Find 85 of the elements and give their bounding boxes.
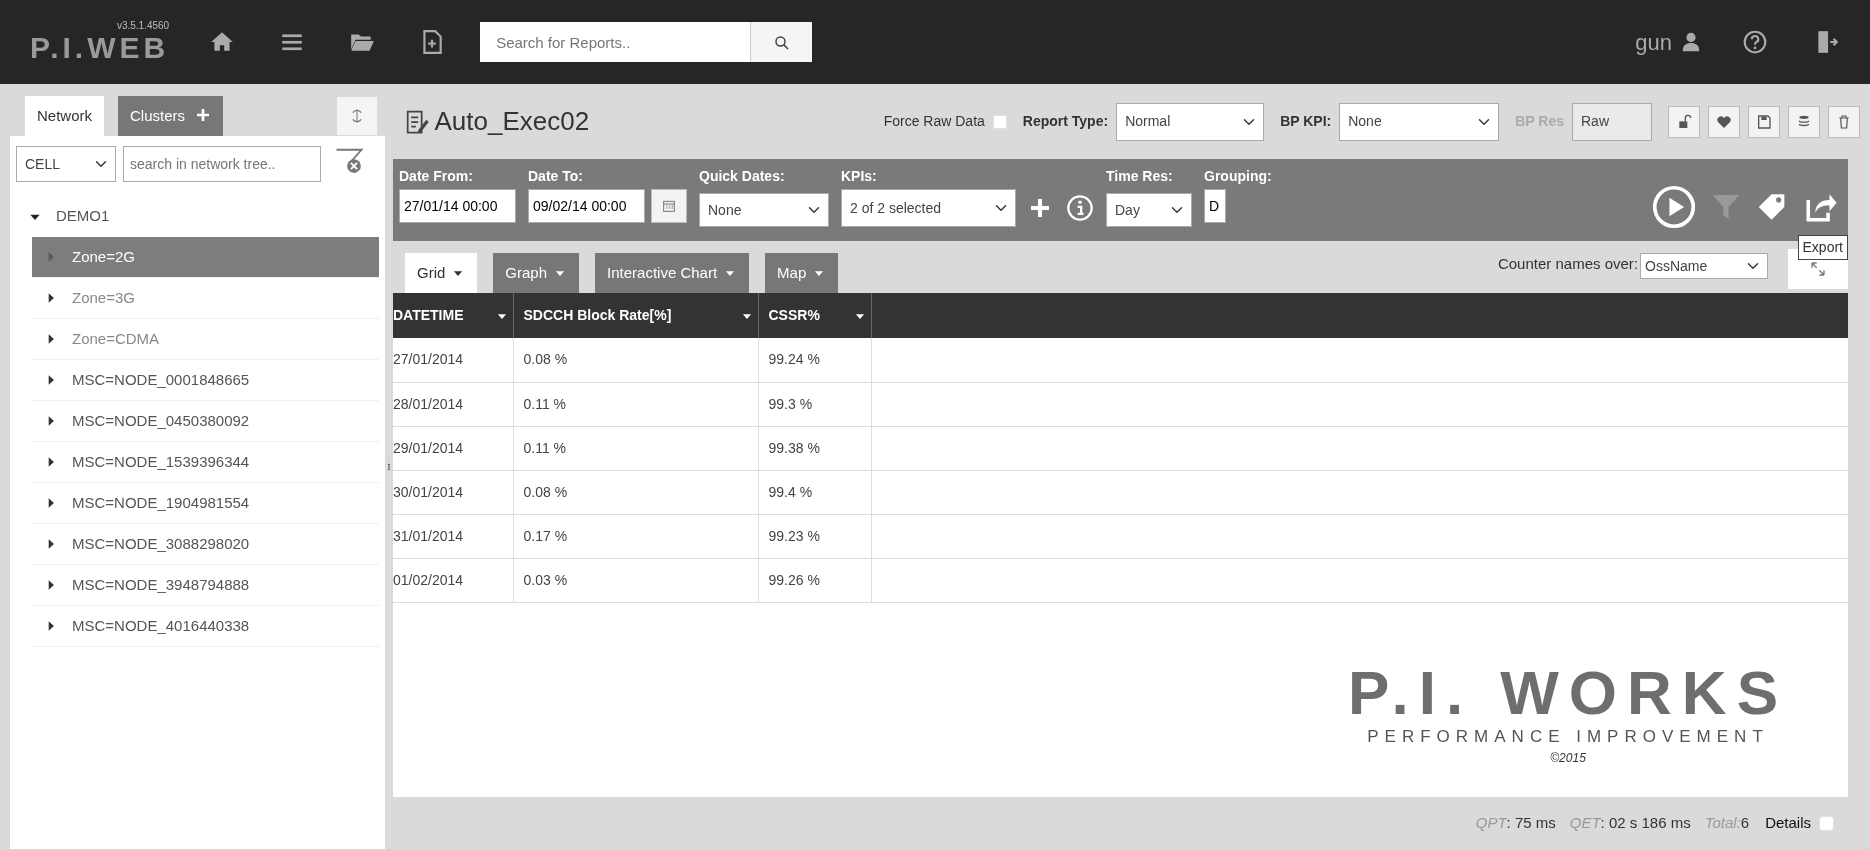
table-cell: 29/01/2014 [393, 426, 513, 470]
delete-icon [1836, 113, 1852, 130]
query-stat: QPT: 75 ms [1475, 812, 1556, 833]
filter-select[interactable]: None [699, 193, 829, 227]
help-icon[interactable] [1742, 29, 1768, 55]
toolbar-button[interactable] [1788, 105, 1820, 138]
user-name[interactable]: gun [1635, 25, 1672, 59]
sidebar-tab[interactable]: Network [25, 95, 104, 136]
copyright-text: ©2015 [1550, 750, 1586, 767]
app-logo[interactable]: P.I.WEB [30, 33, 170, 63]
filter-label: Grouping: [1204, 166, 1272, 186]
column-header[interactable]: CSSR% [758, 293, 871, 338]
table-cell: 99.4 % [758, 470, 871, 514]
force-raw-label: Force Raw Data [883, 112, 985, 131]
plus-icon [195, 106, 212, 123]
table-cell: 31/01/2014 [393, 514, 513, 558]
toolbar-button[interactable] [1748, 105, 1780, 138]
table-cell: 27/01/2014 [393, 338, 513, 382]
select-label: BP KPI: [1280, 112, 1332, 131]
user-icon[interactable] [1680, 31, 1702, 53]
table-cell: 0.17 % [513, 514, 758, 558]
unlock-icon [1676, 113, 1692, 130]
table-cell: 30/01/2014 [393, 470, 513, 514]
toolbar-button[interactable] [1828, 105, 1860, 138]
filter-field[interactable]: 09/02/14 00:00 [528, 189, 645, 223]
column-header[interactable]: DATETIME [393, 293, 513, 338]
report-select[interactable]: None [1339, 102, 1500, 141]
filter-field[interactable]: 27/01/14 00:00 [399, 189, 516, 223]
level-select[interactable]: CELL [16, 146, 116, 182]
counter-names-label: Counter names over: [1497, 254, 1638, 274]
filter-label: Quick Dates: [699, 166, 785, 186]
filter-field[interactable]: D [1204, 189, 1226, 223]
details-label: Details [1765, 812, 1811, 833]
calendar-icon [661, 198, 677, 214]
heart-icon [1716, 113, 1732, 130]
export-tooltip: Export [1797, 235, 1848, 260]
table-cell: 99.3 % [758, 382, 871, 426]
table-cell: 99.26 % [758, 558, 871, 602]
query-stat: Total:6 [1704, 812, 1750, 833]
kpi-select[interactable]: 2 of 2 selected [841, 189, 1016, 227]
view-tab[interactable]: Graph [493, 253, 580, 293]
select-label: Report Type: [1022, 112, 1109, 131]
view-tab[interactable]: Grid [405, 253, 478, 293]
filter-label: Date From: [399, 166, 473, 186]
table-cell: 99.23 % [758, 514, 871, 558]
table-cell: 99.38 % [758, 426, 871, 470]
table-cell: 28/01/2014 [393, 382, 513, 426]
info-icon[interactable] [1066, 194, 1094, 222]
counter-names-select[interactable]: OssName [1640, 253, 1768, 279]
clear-filter-icon[interactable] [334, 146, 364, 176]
table-cell: 99.24 % [758, 338, 871, 382]
sidebar-tab[interactable]: Clusters [118, 95, 224, 136]
query-stat: QET: 02 s 186 ms [1569, 812, 1691, 833]
column-header[interactable]: SDCCH Block Rate[%] [513, 293, 758, 338]
add-icon[interactable] [1028, 196, 1052, 220]
report-search-field[interactable]: Search for Reports.. [480, 22, 751, 62]
filter-select[interactable]: Day [1106, 193, 1192, 227]
toolbar-button[interactable] [1668, 105, 1700, 138]
table-cell: 0.11 % [513, 426, 758, 470]
play-icon[interactable] [1652, 185, 1696, 229]
expand-icon [1810, 261, 1826, 277]
table-cell: 0.11 % [513, 382, 758, 426]
tree-node[interactable]: Zone=2G [32, 237, 379, 278]
table-cell: 01/02/2014 [393, 558, 513, 602]
tree-search-field[interactable]: search in network tree.. [123, 146, 321, 182]
view-tab[interactable]: Interactive Chart [595, 253, 750, 293]
search-button[interactable] [750, 22, 813, 62]
company-logo: P.I. WORKS [1348, 661, 1788, 724]
view-tab[interactable]: Map [765, 253, 839, 293]
calendar-button[interactable] [651, 189, 687, 223]
details-checkbox[interactable] [1819, 815, 1834, 831]
report-select[interactable]: Normal [1116, 102, 1265, 141]
search-icon [772, 33, 791, 52]
table-cell: 0.03 % [513, 558, 758, 602]
filter-label: Time Res: [1106, 166, 1173, 186]
table-cell: 0.08 % [513, 338, 758, 382]
report-title: Auto_Exec02 [434, 105, 590, 138]
save-icon [1756, 113, 1772, 130]
force-raw-checkbox[interactable] [992, 114, 1007, 129]
toolbar-button[interactable] [1708, 105, 1740, 138]
version-label: v3.5.1.4560 [116, 21, 170, 31]
filter-label: KPIs: [841, 166, 877, 186]
table-cell: 0.08 % [513, 470, 758, 514]
company-tagline: PERFORMANCE IMPROVEMENT [1367, 725, 1769, 748]
filter-label: Date To: [528, 166, 583, 186]
